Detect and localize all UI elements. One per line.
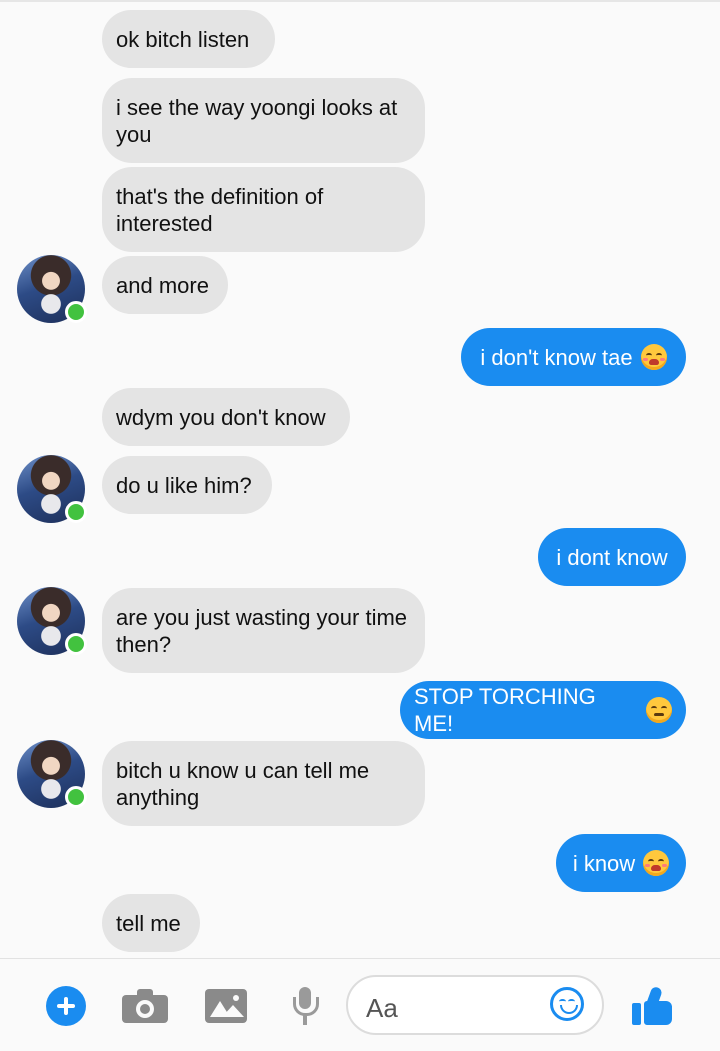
message-incoming[interactable]: tell me [102,894,200,952]
contact-avatar[interactable] [17,740,87,808]
message-text: i know [572,850,636,876]
message-incoming[interactable]: are you just wasting your time then? [102,588,425,673]
message-outgoing[interactable]: i don't know tae [461,328,686,386]
message-outgoing[interactable]: STOP TORCHING ME! [400,681,686,739]
image-icon[interactable] [205,989,247,1023]
contact-avatar[interactable] [17,455,87,523]
message-incoming[interactable]: do u like him? [102,456,272,514]
message-input[interactable]: Aa [346,975,604,1035]
emoji-icon[interactable] [550,987,584,1021]
message-text: and more [116,272,209,298]
message-text: ok bitch listen [116,26,250,52]
message-outgoing[interactable]: i know [556,834,686,892]
camera-icon[interactable] [122,989,168,1023]
message-outgoing[interactable]: i dont know [538,528,686,586]
message-text: i dont know [556,544,668,570]
microphone-icon[interactable] [292,987,319,1027]
online-status-dot [65,786,87,808]
message-text: i see the way yoongi looks at you [116,94,398,147]
contact-avatar[interactable] [17,587,87,655]
message-incoming[interactable]: and more [102,256,228,314]
message-input-placeholder: Aa [366,993,398,1023]
message-text: wdym you don't know [116,404,326,430]
online-status-dot [65,501,87,523]
contact-avatar[interactable] [17,255,87,323]
message-text: tell me [116,910,181,936]
online-status-dot [65,633,87,655]
message-incoming[interactable]: ok bitch listen [102,10,275,68]
thumbs-up-icon[interactable] [632,985,674,1027]
plus-icon[interactable] [46,986,86,1026]
message-incoming[interactable]: i see the way yoongi looks at you [102,78,425,163]
message-text: bitch u know u can tell me anything [116,757,370,810]
confounded-face-emoji-icon [646,697,672,723]
message-incoming[interactable]: wdym you don't know [102,388,350,446]
message-text: that's the definition of interested [116,183,324,236]
message-incoming[interactable]: that's the definition of interested [102,167,425,252]
flushed-face-emoji-icon [640,344,667,370]
flushed-face-emoji-icon [643,850,670,876]
message-text: do u like him? [116,472,252,498]
message-text: are you just wasting your time then? [116,604,408,657]
conversation-thread[interactable]: ok bitch listen i see the way yoongi loo… [0,0,720,958]
online-status-dot [65,301,87,323]
message-text: i don't know tae [480,344,633,370]
message-text: STOP TORCHING ME! [414,684,596,736]
message-composer: Aa [0,958,720,1051]
message-incoming[interactable]: bitch u know u can tell me anything [102,741,425,826]
